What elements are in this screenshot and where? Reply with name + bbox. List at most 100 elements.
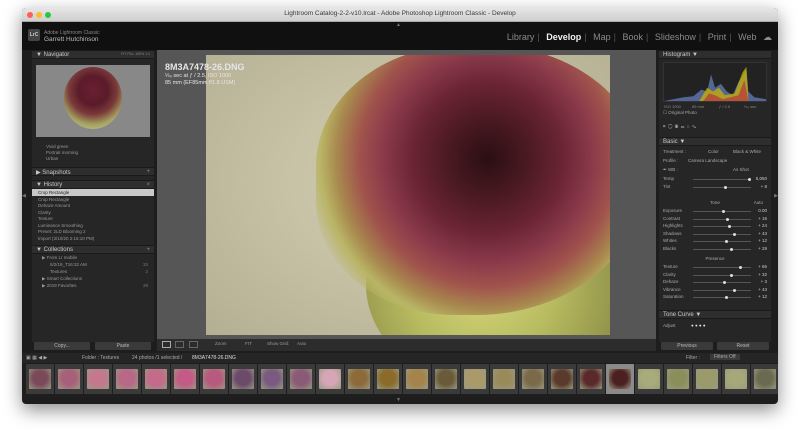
slider-track[interactable]	[693, 232, 751, 236]
filmstrip-thumbnail[interactable]	[490, 364, 518, 394]
filmstrip-thumbnail[interactable]	[55, 364, 83, 394]
slider-knob[interactable]	[739, 266, 743, 269]
filmstrip-thumbnail[interactable]	[287, 364, 315, 394]
filmstrip-thumbnail[interactable]	[171, 364, 199, 394]
module-develop[interactable]: Develop	[546, 32, 581, 42]
compare-view-icon[interactable]	[189, 341, 198, 348]
slider-track[interactable]	[693, 288, 751, 292]
slider-knob[interactable]	[722, 210, 725, 213]
slider-knob[interactable]	[725, 296, 729, 299]
top-collapse-arrow-icon[interactable]: ▲	[396, 22, 401, 28]
slider-track[interactable]	[693, 296, 751, 299]
slider-knob[interactable]	[725, 240, 729, 243]
slider-knob[interactable]	[722, 281, 726, 284]
before-after-icon[interactable]	[175, 341, 184, 348]
filmstrip-thumbnail[interactable]	[316, 364, 344, 394]
filmstrip-thumbnail[interactable]	[432, 364, 460, 394]
filmstrip-folder[interactable]: Folder : Textures	[82, 355, 119, 361]
slider-value[interactable]: + 43	[758, 287, 767, 292]
original-photo-checkbox[interactable]: ☐ Original Photo	[663, 110, 767, 116]
slider-value[interactable]: + 12	[758, 294, 767, 299]
develop-tools-strip[interactable]: ⌗ ◯ ◉ ▭ ○ ✎	[663, 124, 767, 132]
histogram-header[interactable]: Histogram ▼	[659, 50, 771, 59]
tone-auto-button[interactable]: Auto	[754, 200, 763, 205]
slider-knob[interactable]	[728, 225, 732, 228]
basic-header[interactable]: Basic ▼	[659, 137, 771, 146]
filmstrip-thumbnail[interactable]	[577, 364, 605, 394]
collection-item[interactable]: ▶ Smart Collections	[32, 275, 154, 282]
slider-highlights[interactable]: Highlights + 24	[663, 223, 767, 229]
slider-knob[interactable]	[733, 232, 737, 236]
filmstrip-thumbnail[interactable]	[548, 364, 576, 394]
curve-point-icon[interactable]: ● ● ● ●	[691, 323, 706, 328]
slider-value[interactable]: + 43	[758, 231, 767, 236]
slider-texture[interactable]: Texture + 66	[663, 264, 767, 270]
slider-value[interactable]: + 66	[758, 264, 767, 269]
slider-track[interactable]	[693, 185, 751, 189]
slider-tint[interactable]: Tint + 8	[663, 184, 767, 190]
slider-saturation[interactable]: Saturation + 12	[663, 294, 767, 300]
collection-item[interactable]: ▶ From Lr mobile	[32, 254, 154, 261]
reset-button[interactable]: Reset	[717, 342, 769, 350]
filmstrip-thumbnail[interactable]	[693, 364, 721, 394]
filmstrip-thumbnail[interactable]	[84, 364, 112, 394]
radial-filter-icon[interactable]: ○	[687, 124, 690, 129]
slider-track[interactable]	[693, 210, 751, 213]
slider-value[interactable]: + 8	[761, 184, 767, 189]
previous-button[interactable]: Previous	[661, 342, 713, 350]
filmstrip-thumbnail[interactable]	[635, 364, 663, 394]
slider-value[interactable]: + 29	[758, 246, 767, 251]
copy-button[interactable]: Copy...	[34, 342, 90, 350]
collection-item[interactable]: Textures 2	[32, 268, 154, 275]
slider-knob[interactable]	[748, 178, 752, 181]
filter-dropdown[interactable]: Filters Off	[710, 354, 740, 360]
slider-contrast[interactable]: Contrast + 16	[663, 216, 767, 222]
collections-header[interactable]: ▼ Collections +	[32, 245, 154, 254]
slider-vibrance[interactable]: Vibrance + 43	[663, 287, 767, 293]
filmstrip-thumbnail[interactable]	[345, 364, 373, 394]
snapshots-header[interactable]: ▶ Snapshots +	[32, 167, 154, 176]
filmstrip-thumbnail[interactable]	[258, 364, 286, 394]
left-collapse-arrow-icon[interactable]: ◀	[22, 193, 26, 199]
module-book[interactable]: Book	[623, 32, 644, 42]
history-header[interactable]: ▼ History ×	[32, 180, 154, 189]
loupe-view-icon[interactable]	[162, 341, 171, 348]
module-slideshow[interactable]: Slideshow	[655, 32, 696, 42]
wb-row[interactable]: ✒ WB : As Shot	[663, 167, 767, 173]
adjustment-brush-icon[interactable]: ✎	[692, 124, 696, 129]
filmstrip-thumbnail[interactable]	[26, 364, 54, 394]
show-grid-label[interactable]: Show Grid:	[267, 341, 289, 346]
filmstrip-thumbnail[interactable]	[142, 364, 170, 394]
bottom-collapse-arrow-icon[interactable]: ▼	[396, 397, 401, 403]
wb-eyedropper-icon[interactable]: ✒	[663, 167, 667, 172]
red-eye-icon[interactable]: ◉	[675, 124, 679, 129]
module-print[interactable]: Print	[708, 32, 727, 42]
slider-track[interactable]	[693, 178, 752, 181]
slider-value[interactable]: + 3	[761, 279, 767, 284]
slider-knob[interactable]	[726, 217, 730, 221]
show-grid-value[interactable]: Auto	[297, 341, 306, 346]
slider-track[interactable]	[693, 281, 751, 284]
filmstrip-thumbnail[interactable]	[229, 364, 257, 394]
slider-value[interactable]: 5,050	[756, 176, 767, 181]
module-map[interactable]: Map	[593, 32, 611, 42]
slider-track[interactable]	[693, 225, 751, 228]
treatment-row[interactable]: Treatment : Color Black & White	[663, 149, 767, 155]
filmstrip-thumbnail[interactable]	[751, 364, 778, 394]
navigator-header[interactable]: ▼ Navigator FIT FILL 100% 1:1	[32, 50, 154, 59]
filmstrip-view-icons[interactable]: ▣ ▦ ◀ ▶	[26, 355, 47, 361]
slider-track[interactable]	[693, 273, 751, 277]
spot-removal-icon[interactable]: ◯	[668, 124, 672, 129]
slider-value[interactable]: + 16	[758, 216, 767, 221]
slider-value[interactable]: 0.00	[758, 208, 767, 213]
cloud-icon[interactable]: ☁	[763, 32, 772, 42]
module-web[interactable]: Web	[738, 32, 756, 42]
filmstrip-thumbnail[interactable]	[722, 364, 750, 394]
filmstrip-thumbnail[interactable]	[519, 364, 547, 394]
slider-clarity[interactable]: Clarity + 32	[663, 272, 767, 278]
filmstrip-thumbnail[interactable]	[606, 364, 634, 394]
slider-track[interactable]	[693, 217, 751, 221]
slider-exposure[interactable]: Exposure 0.00	[663, 208, 767, 214]
slider-value[interactable]: + 12	[758, 238, 767, 243]
collection-item[interactable]: ▶ 2019 Favorites 29	[32, 282, 154, 289]
